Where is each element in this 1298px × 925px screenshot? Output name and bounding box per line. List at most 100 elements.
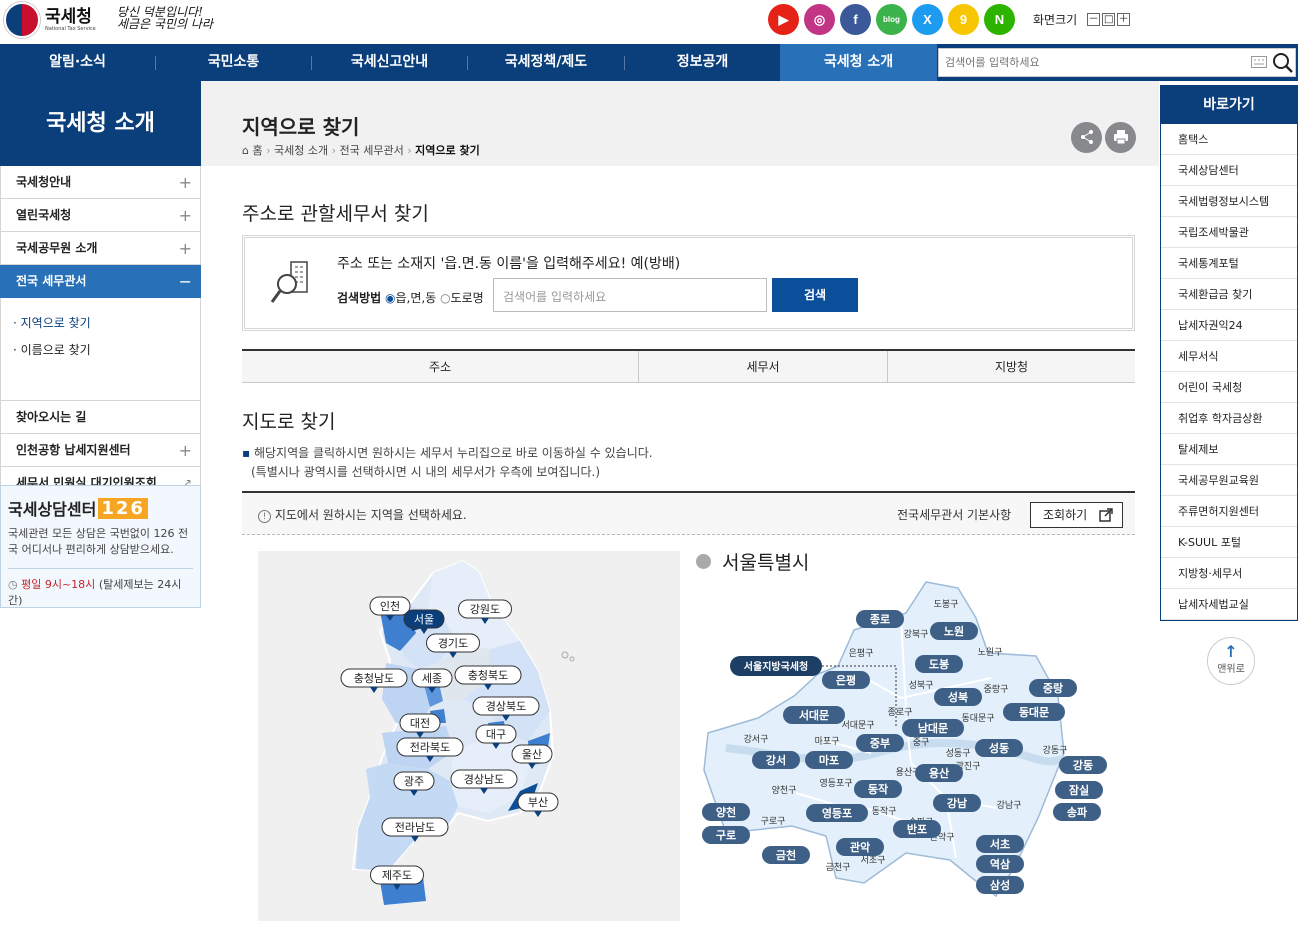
home-icon[interactable]: ⌂ (242, 144, 252, 157)
quick-link-item[interactable]: K-SUUL 포털 (1161, 527, 1297, 558)
naver-post-icon[interactable]: N (984, 4, 1015, 35)
go-to-top-button[interactable]: ↑ 맨위로 (1207, 637, 1255, 685)
quick-link-item[interactable]: 납세자권익24 (1161, 310, 1297, 341)
chevron-circle-icon (696, 554, 711, 569)
share-button[interactable] (1071, 122, 1102, 153)
lnb-item-directions[interactable]: 찾아오시는 길 (0, 401, 201, 434)
quick-link-item[interactable]: 국세환급금 찾기 (1161, 279, 1297, 310)
logo-english: National Tax Service (45, 26, 96, 32)
crumb-offices[interactable]: 전국 세무관서 (340, 144, 404, 157)
office-button[interactable]: 강동 (1059, 756, 1107, 774)
x-icon[interactable]: X (912, 4, 943, 35)
lnb-item-offices[interactable]: 전국 세무관서 − (0, 265, 201, 298)
kakao-story-icon[interactable]: 9 (948, 4, 979, 35)
submenu-by-region[interactable]: · 지역으로 찾기 (1, 310, 200, 337)
quick-link-item[interactable]: 탈세제보 (1161, 434, 1297, 465)
quick-link-item[interactable]: 어린이 국세청 (1161, 372, 1297, 403)
office-button[interactable]: 도봉 (915, 655, 963, 673)
office-button[interactable]: 동대문 (1003, 703, 1065, 721)
plus-icon: + (178, 441, 192, 460)
crumb-about[interactable]: 국세청 소개 (274, 144, 328, 157)
district-label: 동작구 (872, 806, 897, 817)
quick-link-item[interactable]: 주류면허지원센터 (1161, 496, 1297, 527)
submenu-by-name[interactable]: · 이름으로 찾기 (1, 337, 200, 364)
office-button[interactable]: 금천 (762, 846, 810, 864)
lnb-item-airport-center[interactable]: 인천공항 납세지원센터 + (0, 434, 201, 467)
quick-link-item[interactable]: 취업후 학자금상환 (1161, 403, 1297, 434)
office-button[interactable]: 역삼 (976, 855, 1024, 873)
address-search-button[interactable]: 검색 (772, 278, 858, 312)
office-button[interactable]: 노원 (930, 622, 978, 640)
gnb-item-disclosure[interactable]: 정보공개 (625, 44, 780, 81)
office-button[interactable]: 반포 (893, 820, 941, 838)
office-button[interactable]: 잠실 (1055, 781, 1103, 799)
nts-logo[interactable]: 국세청 National Tax Service (4, 2, 96, 38)
office-button[interactable]: 강서 (752, 751, 800, 769)
district-label: 서초구 (861, 855, 886, 866)
radio-eupmyeondong[interactable]: ◉ (385, 291, 395, 305)
lnb-item-open-nts[interactable]: 열린국세청 + (0, 199, 201, 232)
office-button[interactable]: 관악 (836, 838, 884, 856)
office-button-label: 서대문 (799, 708, 829, 722)
quick-link-item[interactable]: 국립조세박물관 (1161, 217, 1297, 248)
office-button[interactable]: 용산 (915, 764, 963, 782)
office-button[interactable]: 중랑 (1029, 679, 1077, 697)
gnb-item-policy[interactable]: 국세정책/제도 (468, 44, 624, 81)
gnb-item-notice[interactable]: 알림·소식 (0, 44, 155, 81)
lnb-item-officials[interactable]: 국세공무원 소개 + (0, 232, 201, 265)
office-button[interactable]: 종로 (856, 610, 904, 628)
map-toolbar: ! 지도에서 원하시는 지역을 선택하세요. 전국세무관서 기본사항 조회하기 (242, 491, 1135, 535)
office-button[interactable]: 성동 (975, 739, 1023, 757)
crumb-home[interactable]: 홈 (252, 144, 262, 157)
district-label: 노원구 (978, 647, 1003, 658)
search-input[interactable] (939, 49, 1239, 76)
office-button[interactable]: 서초 (976, 835, 1024, 853)
quick-link-item[interactable]: 국세통계포털 (1161, 248, 1297, 279)
font-minus-button[interactable]: － (1087, 13, 1101, 26)
office-button[interactable]: 삼성 (976, 876, 1024, 894)
blog-icon[interactable]: blog (876, 4, 907, 35)
office-button[interactable]: 영등포 (806, 804, 868, 822)
quick-link-item[interactable]: 국세상담센터 (1161, 155, 1297, 186)
quick-link-item[interactable]: 홈택스 (1161, 124, 1297, 155)
office-button[interactable]: 송파 (1053, 803, 1101, 821)
office-button[interactable]: 구로 (702, 826, 750, 844)
slogan-line-2: 세금은 국민의 나라 (117, 17, 213, 31)
region-label[interactable]: 부산 (517, 792, 559, 817)
plus-icon: + (178, 239, 192, 258)
lnb-item-guide[interactable]: 국세청안내 + (0, 166, 201, 199)
facebook-icon[interactable]: f (840, 4, 871, 35)
district-label: 서대문구 (841, 720, 874, 731)
korea-map: 인천 서울 강원도 경기도 충청남도 세종 충청북도 경상북도 대전 대구 전라북도 울산 광주 경상남도… (258, 551, 680, 921)
office-button[interactable]: 동작 (854, 780, 902, 798)
print-button[interactable] (1105, 122, 1136, 153)
keyboard-icon[interactable] (1251, 56, 1267, 68)
font-plus-button[interactable]: ＋ (1117, 13, 1131, 26)
office-button[interactable]: 남대문 (902, 719, 964, 737)
office-button[interactable]: 강남 (933, 794, 981, 812)
font-size-control: 화면크기 － □ ＋ (1033, 11, 1131, 28)
office-button[interactable]: 양천 (702, 803, 750, 821)
office-button[interactable]: 은평 (822, 671, 870, 689)
gnb-item-communication[interactable]: 국민소통 (156, 44, 311, 81)
address-input[interactable]: 검색어를 입력하세요 (493, 278, 767, 312)
quick-link-item[interactable]: 국세공무원교육원 (1161, 465, 1297, 496)
quick-link-item[interactable]: 납세자세법교실 (1161, 589, 1297, 620)
lookup-button[interactable]: 조회하기 (1030, 502, 1123, 528)
font-reset-button[interactable]: □ (1102, 13, 1116, 26)
gnb-item-filing-guide[interactable]: 국세신고안내 (312, 44, 467, 81)
youtube-icon[interactable]: ▶ (768, 4, 799, 35)
radio-road[interactable]: ○ (440, 291, 450, 305)
quick-link-item[interactable]: 세무서식 (1161, 341, 1297, 372)
call-center-box[interactable]: 국세상담센터 126 국세관련 모든 상담은 국번없이 126 전국 어디서나 편… (0, 485, 201, 608)
office-button[interactable]: 마포 (805, 751, 853, 769)
gnb-item-about[interactable]: 국세청 소개 (780, 44, 937, 81)
office-button[interactable]: 서대문 (783, 706, 845, 724)
search-icon[interactable] (1272, 52, 1294, 74)
office-button[interactable]: 중부 (856, 734, 904, 752)
office-button[interactable]: 성북 (934, 688, 982, 706)
print-icon (1113, 130, 1128, 145)
quick-link-item[interactable]: 지방청·세무서 (1161, 558, 1297, 589)
quick-link-item[interactable]: 국세법령정보시스템 (1161, 186, 1297, 217)
instagram-icon[interactable]: ◎ (804, 4, 835, 35)
